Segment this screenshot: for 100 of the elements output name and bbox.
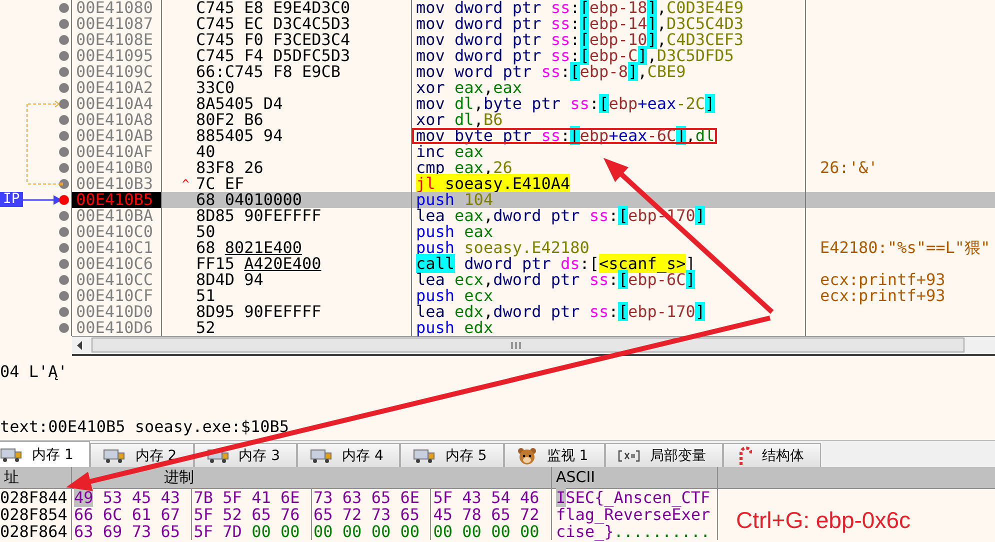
address-cell: 028F864 — [0, 523, 72, 540]
breakpoint-dot[interactable] — [59, 307, 69, 317]
jump-mark: ^ — [182, 176, 190, 192]
animal-face-icon — [516, 446, 537, 464]
comment-text: ecx:printf+93 — [820, 286, 946, 305]
breakpoint-dot[interactable] — [59, 99, 69, 109]
disasm-row[interactable]: 00E410A4 8A5405 D4 mov dl,byte ptr ss:[ebp+eax-2C] — [0, 96, 995, 112]
instruction-cell-text: push edx — [415, 320, 494, 336]
tab[interactable]: 监视 1 — [504, 443, 606, 467]
breakpoint-dot[interactable] — [59, 67, 69, 77]
address-cell: 00E410BA — [72, 208, 162, 224]
column-header: ASCII — [552, 467, 718, 489]
disasm-row[interactable]: 00E410CC 8D4D 94 lea ecx,dword ptr ss:[ebp-6C] ecx:printf+93 — [0, 272, 995, 288]
bytes-cell: 66:C745 F8 E9CB — [162, 64, 412, 80]
instruction-cell-text: inc eax — [415, 144, 484, 160]
bytes-cell: 83F8 26 — [162, 160, 412, 176]
bytes-cell: 80F2 B6 — [162, 112, 412, 128]
breakpoint-dot[interactable] — [59, 19, 69, 29]
bytes-cell: C745 E8 E9E4D3C0 — [162, 0, 412, 16]
instruction-cell-text: mov word ptr ss:[ebp-8],CBE9 — [415, 64, 687, 80]
hex-cell: 63 69 73 65 5F 7D 00 00 00 00 00 00 00 00 00 00 — [72, 523, 552, 540]
info-text: 04 L'Ą' — [0, 362, 68, 381]
bytes-cell: 50 — [162, 224, 412, 240]
instruction-cell-text: mov dword ptr ss:[ebp-C],D3C5DFD5 — [415, 48, 735, 64]
disasm-row[interactable]: IP 00E410B5 68 04010000 push 104 — [0, 192, 995, 208]
breakpoint-dot[interactable] — [59, 115, 69, 125]
breakpoint-dot[interactable] — [59, 211, 69, 221]
instruction-cell-text: push 104 — [415, 192, 494, 208]
truck-icon — [0, 448, 22, 462]
column-header: 址 — [0, 467, 72, 489]
tab[interactable]: 内存 5 — [400, 443, 504, 467]
breakpoint-dot[interactable] — [59, 3, 69, 13]
comment-text: ecx:printf+93 — [820, 270, 946, 289]
instruction-cell-text: lea edx,dword ptr ss:[ebp-170] — [415, 304, 706, 320]
instruction-cell-text: push ecx — [415, 288, 494, 304]
address-cell: 00E410B5 — [72, 192, 162, 208]
ip-arrow-icon — [22, 195, 62, 205]
address-cell: 028F854 — [0, 506, 72, 523]
bytes-cell: 8D4D 94 — [162, 272, 412, 288]
comment-text: 26:'&' — [820, 158, 878, 177]
breakpoint-dot[interactable] — [59, 83, 69, 93]
breakpoint-dot[interactable] — [59, 131, 69, 141]
bytes-cell: 51 — [162, 288, 412, 304]
address-cell: 00E410CC — [72, 272, 162, 288]
address-cell: 00E410A4 — [72, 96, 162, 112]
address-cell: 00E410C0 — [72, 224, 162, 240]
bytes-cell: 68 04010000 — [162, 192, 412, 208]
comment-text: E42180:"%s"==L"猥" — [820, 238, 990, 257]
instruction-cell-text: lea ecx,dword ptr ss:[ebp-6C] — [415, 272, 696, 288]
disasm-row[interactable]: 00E410C0 50 push eax — [0, 224, 995, 240]
breakpoint-dot[interactable] — [59, 243, 69, 253]
instruction-cell-text: mov dl,byte ptr ss:[ebp+eax-2C] — [415, 96, 716, 112]
bytes-cell: 68 8021E400 — [162, 240, 412, 256]
brackets-icon — [618, 450, 640, 462]
tab[interactable]: 局部变量 — [605, 443, 724, 467]
breakpoint-dot[interactable] — [59, 227, 69, 237]
horizontal-scrollbar[interactable] — [72, 336, 995, 356]
breakpoint-dot[interactable] — [59, 323, 69, 333]
breakpoint-dot[interactable] — [59, 291, 69, 301]
tab[interactable]: 结构体 — [723, 443, 822, 467]
address-cell: 00E41080 — [72, 0, 162, 16]
address-cell: 028F844 — [0, 489, 72, 506]
address-cell: 00E410A2 — [72, 80, 162, 96]
instruction-cell-text: xor dl,B6 — [415, 112, 503, 128]
ascii-cell: flag_ReverseExer — [552, 506, 718, 523]
disasm-row[interactable]: 00E4109C 66:C745 F8 E9CB mov word ptr ss:[ebp-8],CBE9 — [0, 64, 995, 80]
bytes-cell: C745 EC D3C4C5D3 — [162, 16, 412, 32]
bytes-cell: 40 — [162, 144, 412, 160]
breakpoint-dot[interactable] — [59, 163, 69, 173]
ascii-cell: cise_}.......... — [552, 523, 718, 540]
truck-icon — [413, 448, 436, 462]
bytes-cell: C745 F4 D5DFC5D3 — [162, 48, 412, 64]
address-cell: 00E410A8 — [72, 112, 162, 128]
address-cell: 00E410AF — [72, 144, 162, 160]
ascii-cell: ISEC{_Anscen_CTF — [552, 489, 718, 506]
address-cell: 00E4109C — [72, 64, 162, 80]
hex-cell: 49 53 45 43 7B 5F 41 6E 73 63 65 6E 5F 43 54 46 — [72, 489, 552, 506]
breakpoint-dot[interactable] — [59, 195, 69, 205]
breakpoint-dot[interactable] — [59, 51, 69, 61]
breakpoint-dot[interactable] — [59, 259, 69, 269]
tab[interactable]: 内存 1 — [0, 441, 90, 467]
instruction-cell-text: push eax — [415, 224, 494, 240]
address-cell: 00E410D0 — [72, 304, 162, 320]
breakpoint-dot[interactable] — [59, 147, 69, 157]
tab[interactable]: 内存 4 — [297, 443, 400, 467]
bytes-cell: 33C0 — [162, 80, 412, 96]
instruction-cell-text: push soeasy.E42180 — [415, 240, 590, 256]
instruction-cell-text: jl soeasy.E410A4 — [415, 176, 572, 192]
bytes-cell: 8A5405 D4 — [162, 96, 412, 112]
truck-icon — [206, 448, 229, 462]
breakpoint-dot[interactable] — [59, 35, 69, 45]
breakpoint-dot[interactable] — [59, 275, 69, 285]
breakpoint-dot[interactable] — [59, 179, 69, 189]
annotation-text: Ctrl+G: ebp-0x6c — [736, 507, 910, 534]
truck-icon — [310, 448, 332, 462]
hex-cell: 66 6C 61 67 5F 52 65 76 65 72 73 65 45 78 65 72 — [72, 506, 552, 523]
disasm-row[interactable]: 00E410D0 8D95 90FEFFFF lea edx,dword ptr ss:[ebp-170] — [0, 304, 995, 320]
ip-label: IP — [0, 192, 23, 207]
bytes-cell: FF15 A420E400 — [162, 256, 412, 272]
disasm-row[interactable]: 00E410AF 40 inc eax — [0, 144, 995, 160]
